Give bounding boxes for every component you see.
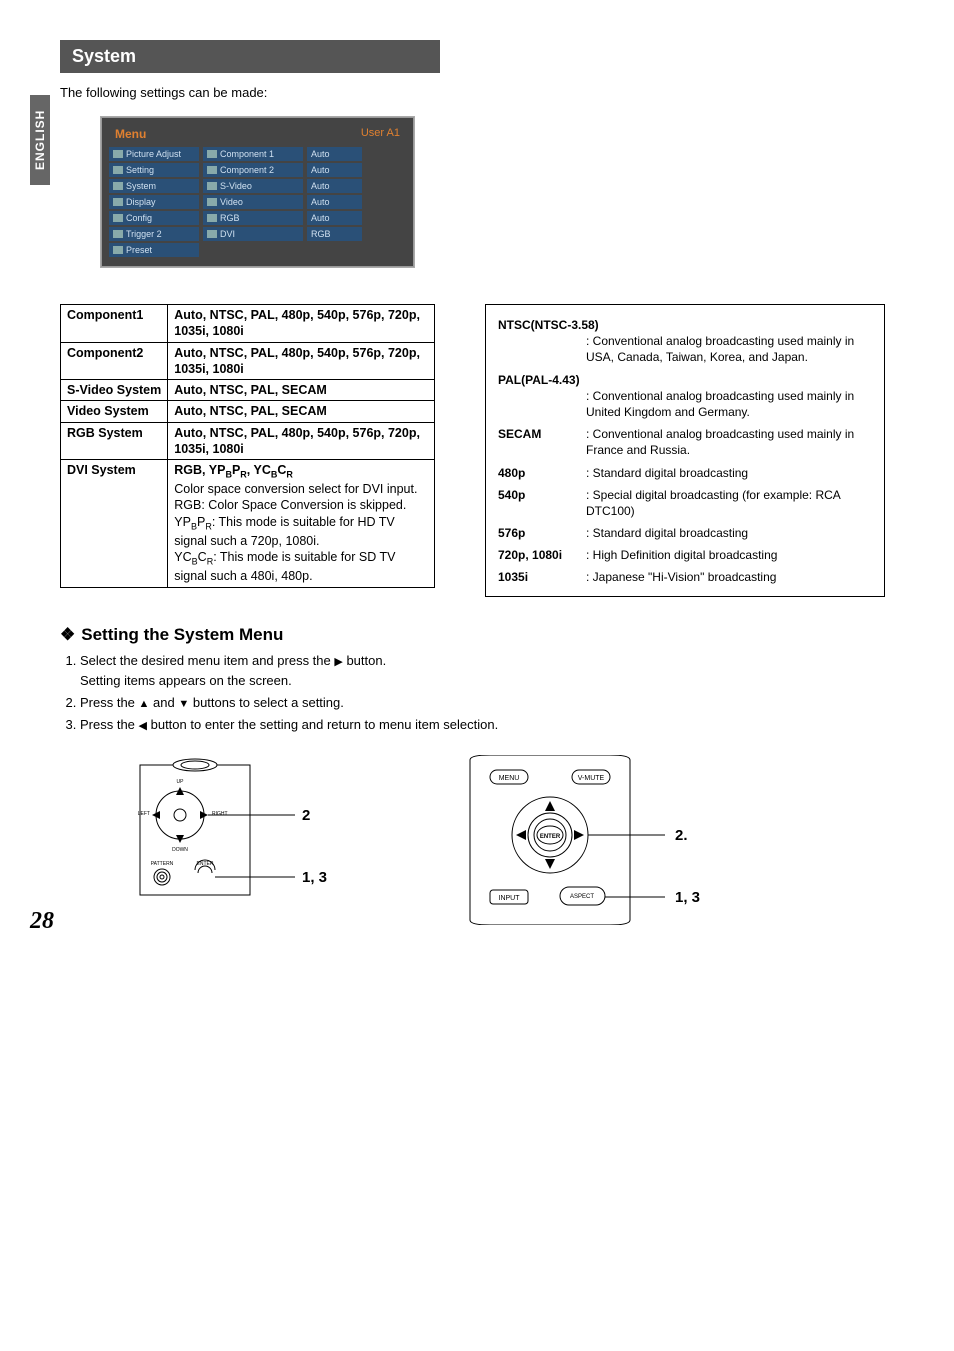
menu-value-label: RGB bbox=[311, 229, 331, 239]
steps-list: Select the desired menu item and press t… bbox=[60, 651, 894, 736]
menu-item-label: Config bbox=[126, 213, 152, 223]
vmute-button-label: V-MUTE bbox=[578, 775, 605, 782]
standards-definitions: NTSC(NTSC-3.58) Conventional analog broa… bbox=[485, 304, 885, 597]
menu-item-label: RGB bbox=[220, 213, 240, 223]
aspect-button-label: ASPECT bbox=[570, 894, 594, 900]
component-icon bbox=[207, 150, 217, 158]
page-number: 28 bbox=[30, 908, 54, 935]
up-arrow-icon: ▲ bbox=[139, 698, 150, 710]
spec-key: DVI System bbox=[61, 460, 168, 588]
def-val: Standard digital broadcasting bbox=[586, 465, 872, 481]
def-val: Conventional analog broadcasting used ma… bbox=[586, 426, 872, 458]
diamond-icon: ❖ bbox=[60, 625, 75, 644]
menu-value-label: Auto bbox=[311, 197, 330, 207]
step-item: Press the ◀ button to enter the setting … bbox=[80, 715, 894, 735]
config-icon bbox=[113, 214, 123, 222]
def-val: Japanese "Hi-Vision" broadcasting bbox=[586, 569, 872, 585]
menu-item-label: Video bbox=[220, 197, 243, 207]
menu-item-label: DVI bbox=[220, 229, 235, 239]
rgb-icon bbox=[207, 214, 217, 222]
svg-text:PATTERN: PATTERN bbox=[151, 861, 174, 867]
menu-item-label: Display bbox=[126, 197, 156, 207]
def-pal-text: Conventional analog broadcasting used ma… bbox=[586, 388, 872, 420]
menu-col-left: Picture Adjust Setting System Display Co… bbox=[109, 147, 199, 259]
dvi-icon bbox=[207, 230, 217, 238]
spec-val: Auto, NTSC, PAL, SECAM bbox=[168, 380, 435, 401]
callout-1-3: 1, 3 bbox=[302, 869, 327, 886]
svg-text:UP: UP bbox=[177, 779, 185, 785]
down-arrow-icon: ▼ bbox=[178, 698, 189, 710]
def-key: 576p bbox=[498, 525, 586, 541]
svideo-icon bbox=[207, 182, 217, 190]
remote-controls-diagram: MENU V-MUTE ENTER INPUT ASPECT bbox=[460, 755, 740, 925]
callout-2b: 2. bbox=[675, 827, 688, 844]
def-val: Standard digital broadcasting bbox=[586, 525, 872, 541]
display-icon bbox=[113, 198, 123, 206]
spec-key: RGB System bbox=[61, 422, 168, 460]
enter-button-label: ENTER bbox=[540, 834, 561, 840]
menu-item-label: Setting bbox=[126, 165, 154, 175]
menu-item-label: Trigger 2 bbox=[126, 229, 162, 239]
input-button-label: INPUT bbox=[499, 895, 521, 902]
spec-val: Auto, NTSC, PAL, 480p, 540p, 576p, 720p,… bbox=[168, 342, 435, 380]
preset-icon bbox=[113, 246, 123, 254]
menu-item-label: Component 2 bbox=[220, 165, 274, 175]
step-item: Press the ▲ and ▼ buttons to select a se… bbox=[80, 693, 894, 713]
spec-key: Component1 bbox=[61, 305, 168, 343]
spec-key: Video System bbox=[61, 401, 168, 422]
menu-item-label: Picture Adjust bbox=[126, 149, 181, 159]
menu-item-label: System bbox=[126, 181, 156, 191]
menu-col-mid: Component 1 Component 2 S-Video Video RG… bbox=[203, 147, 303, 259]
menu-value-label: Auto bbox=[311, 181, 330, 191]
step-item: Select the desired menu item and press t… bbox=[80, 651, 894, 691]
svg-text:DOWN: DOWN bbox=[172, 847, 188, 853]
left-arrow-icon: ◀ bbox=[139, 720, 147, 732]
svg-text:LEFT: LEFT bbox=[138, 811, 150, 817]
spec-val: Auto, NTSC, PAL, 480p, 540p, 576p, 720p,… bbox=[168, 422, 435, 460]
menu-col-right: Auto Auto Auto Auto Auto RGB bbox=[307, 147, 362, 259]
video-icon bbox=[207, 198, 217, 206]
callout-2: 2 bbox=[302, 807, 310, 824]
spec-val-dvi: RGB, YPBPR, YCBCR Color space conversion… bbox=[168, 460, 435, 588]
menu-value-label: Auto bbox=[311, 165, 330, 175]
intro-text: The following settings can be made: bbox=[60, 85, 894, 100]
trigger-icon bbox=[113, 230, 123, 238]
osd-menu-screenshot: Menu User A1 Picture Adjust Setting Syst… bbox=[100, 116, 415, 268]
menu-title-label: Menu bbox=[115, 127, 146, 141]
def-key: 480p bbox=[498, 465, 586, 481]
spec-table: Component1Auto, NTSC, PAL, 480p, 540p, 5… bbox=[60, 304, 435, 588]
callout-1-3b: 1, 3 bbox=[675, 889, 700, 906]
menu-item-label: Component 1 bbox=[220, 149, 274, 159]
def-key: 720p, 1080i bbox=[498, 547, 586, 563]
unit-controls-diagram: UP DOWN LEFT RIGHT PATTERN ENTER 2 bbox=[120, 755, 360, 925]
def-ntsc-heading: NTSC(NTSC-3.58) bbox=[498, 317, 872, 333]
section-header: System bbox=[60, 40, 440, 73]
def-key: 1035i bbox=[498, 569, 586, 585]
svg-text:RIGHT: RIGHT bbox=[212, 811, 228, 817]
def-val: Special digital broadcasting (for exampl… bbox=[586, 487, 872, 519]
spec-val: Auto, NTSC, PAL, SECAM bbox=[168, 401, 435, 422]
component-icon bbox=[207, 166, 217, 174]
def-val: High Definition digital broadcasting bbox=[586, 547, 872, 563]
menu-item-label: Preset bbox=[126, 245, 152, 255]
right-arrow-icon: ▶ bbox=[334, 656, 342, 668]
def-key: SECAM bbox=[498, 426, 586, 458]
picture-adjust-icon bbox=[113, 150, 123, 158]
menu-value-label: Auto bbox=[311, 149, 330, 159]
spec-key: Component2 bbox=[61, 342, 168, 380]
menu-user-label: User A1 bbox=[361, 127, 400, 141]
def-ntsc-text: Conventional analog broadcasting used ma… bbox=[586, 333, 872, 365]
setting-icon bbox=[113, 166, 123, 174]
def-pal-heading: PAL(PAL-4.43) bbox=[498, 372, 872, 388]
menu-button-label: MENU bbox=[499, 775, 520, 782]
spec-key: S-Video System bbox=[61, 380, 168, 401]
menu-value-label: Auto bbox=[311, 213, 330, 223]
side-tab-english: ENGLISH bbox=[30, 95, 50, 185]
spec-val: Auto, NTSC, PAL, 480p, 540p, 576p, 720p,… bbox=[168, 305, 435, 343]
def-key: 540p bbox=[498, 487, 586, 519]
steps-heading: ❖Setting the System Menu bbox=[60, 625, 894, 645]
menu-item-label: S-Video bbox=[220, 181, 252, 191]
svg-text:ENTER: ENTER bbox=[197, 861, 214, 867]
system-icon bbox=[113, 182, 123, 190]
